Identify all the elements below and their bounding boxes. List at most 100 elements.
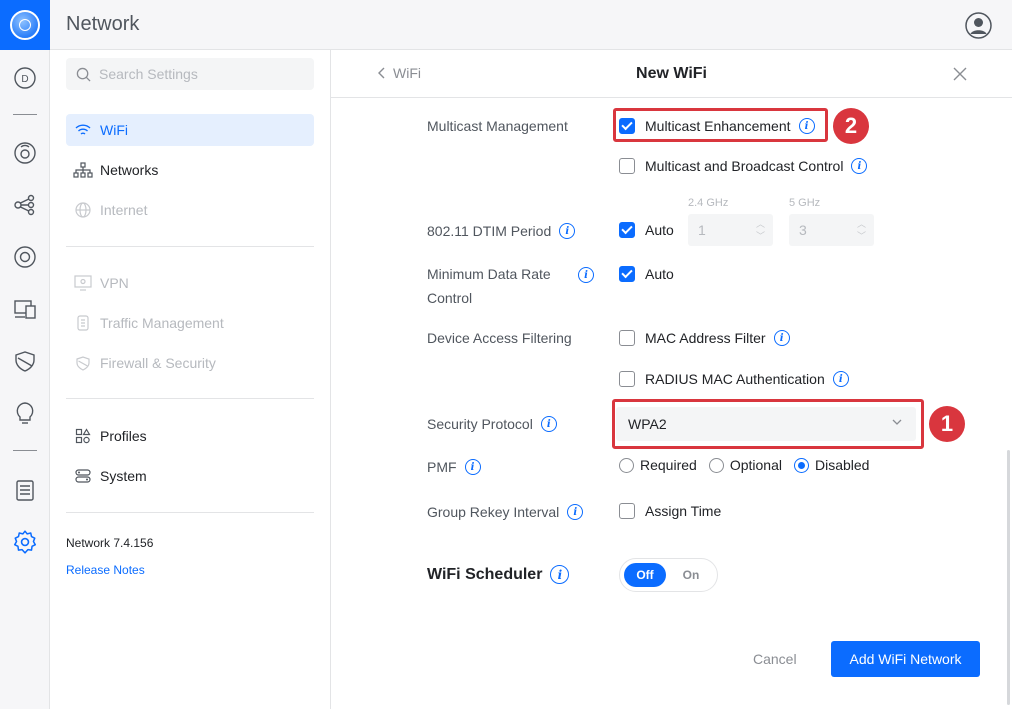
new-wifi-panel: WiFi New WiFi Multicast Management Multi… (331, 50, 1012, 709)
traffic-icon (72, 314, 94, 332)
radio-button[interactable] (708, 457, 724, 473)
sidebar-item-label: Profiles (100, 428, 147, 444)
panel-title: New WiFi (636, 65, 707, 82)
checkbox[interactable] (619, 330, 635, 346)
sidebar-item-label: Internet (100, 202, 148, 218)
release-notes-link[interactable]: Release Notes (66, 563, 145, 577)
mac-address-filter-checkbox[interactable]: MAC Address Filter i (619, 330, 790, 346)
min-rate-auto-checkbox[interactable]: Auto (619, 266, 674, 282)
clients-circle-icon[interactable] (12, 244, 38, 270)
assign-time-checkbox[interactable]: Assign Time (619, 503, 721, 519)
svg-text:D: D (21, 74, 28, 85)
topology-radar-icon[interactable] (12, 140, 38, 166)
scrollbar-thumb[interactable] (1007, 450, 1010, 705)
info-icon[interactable]: i (559, 223, 576, 239)
annotation-badge-1: 1 (929, 406, 965, 442)
system-icon (72, 467, 94, 485)
pmf-required-radio[interactable]: Required (619, 457, 697, 473)
info-icon[interactable]: i (851, 158, 868, 174)
info-icon[interactable]: i (464, 459, 481, 475)
sidebar-item-vpn[interactable]: VPN (66, 267, 314, 299)
wifi-scheduler-toggle[interactable]: Off On (619, 558, 718, 592)
sidebar-item-wifi[interactable]: WiFi (66, 114, 314, 146)
topology-icon (72, 161, 94, 179)
radio-button[interactable] (619, 457, 634, 473)
band-5-label: 5 GHz (789, 197, 821, 209)
logs-list-icon[interactable] (12, 477, 38, 503)
app-title: Network (66, 13, 140, 35)
checkbox-checked[interactable] (619, 222, 635, 238)
app-rail: D (0, 0, 50, 709)
unifi-logo-icon[interactable] (0, 0, 50, 50)
checkbox-checked[interactable] (619, 266, 635, 282)
info-icon[interactable]: i (578, 267, 594, 283)
band-24-label: 2.4 GHz (688, 197, 729, 209)
wifi-scheduler-label: WiFi Scheduler i (427, 565, 570, 584)
rail-divider (13, 450, 37, 451)
sidebar-item-internet[interactable]: Internet (66, 194, 314, 226)
devices-tree-icon[interactable] (12, 192, 38, 218)
highlight-box-multicast-enhancement (613, 108, 828, 142)
dashboard-icon[interactable]: D (12, 65, 38, 91)
info-icon[interactable]: i (550, 565, 570, 584)
multicast-broadcast-control-checkbox[interactable]: Multicast and Broadcast Control i (619, 158, 868, 174)
search-icon (76, 67, 91, 82)
multicast-management-label: Multicast Management (427, 118, 568, 134)
checkbox[interactable] (619, 503, 635, 519)
sidebar-item-networks[interactable]: Networks (66, 154, 314, 186)
profiles-icon (72, 427, 94, 445)
sidebar-divider (66, 246, 314, 247)
radio-button-selected[interactable] (793, 457, 809, 473)
cancel-button[interactable]: Cancel (753, 651, 797, 667)
info-icon[interactable]: i (832, 371, 849, 387)
settings-gear-icon[interactable] (12, 529, 38, 555)
devices-icon[interactable] (12, 296, 38, 322)
settings-sidebar: WiFi Networks Internet VPN Traffic Manag… (50, 50, 331, 709)
sidebar-item-profiles[interactable]: Profiles (66, 420, 314, 452)
sidebar-item-label: Networks (100, 162, 159, 178)
sidebar-item-firewall-security[interactable]: Firewall & Security (66, 347, 314, 379)
wifi-icon (72, 121, 94, 139)
annotation-badge-2: 2 (833, 108, 869, 144)
pmf-disabled-radio[interactable]: Disabled (793, 457, 869, 473)
app-header: Network (50, 0, 1012, 50)
add-wifi-network-button[interactable]: Add WiFi Network (831, 641, 980, 677)
dtim-24-stepper[interactable]: 1 ︿ ﹀ (688, 214, 773, 246)
security-shield-icon[interactable] (12, 348, 38, 374)
sidebar-item-traffic-management[interactable]: Traffic Management (66, 307, 314, 339)
dtim-period-label: 802.11 DTIM Period i (427, 223, 576, 239)
stepper-arrows-icon[interactable]: ︿ ﹀ (857, 218, 866, 242)
info-icon[interactable]: i (773, 330, 790, 346)
minimum-data-rate-label: Minimum Data Rate Control (427, 266, 551, 306)
search-input[interactable] (99, 66, 299, 82)
shield-icon (72, 354, 94, 372)
version-text: Network 7.4.156 (66, 536, 154, 550)
sidebar-divider (66, 398, 314, 399)
info-icon[interactable]: i (567, 504, 584, 520)
checkbox[interactable] (619, 158, 635, 174)
user-avatar-icon[interactable] (965, 12, 992, 39)
panel-header: WiFi New WiFi (331, 50, 1012, 98)
checkbox[interactable] (619, 371, 635, 387)
dtim-5-stepper[interactable]: 3 ︿ ﹀ (789, 214, 874, 246)
scheduler-on-option[interactable]: On (670, 563, 712, 587)
sidebar-item-label: VPN (100, 275, 129, 291)
sidebar-item-label: Traffic Management (100, 315, 224, 331)
sidebar-item-system[interactable]: System (66, 460, 314, 492)
info-icon[interactable]: i (540, 416, 557, 432)
device-access-filtering-label: Device Access Filtering (427, 330, 572, 346)
dtim-auto-checkbox[interactable]: Auto (619, 222, 674, 238)
pmf-optional-radio[interactable]: Optional (708, 457, 782, 473)
radius-mac-auth-checkbox[interactable]: RADIUS MAC Authentication i (619, 371, 849, 387)
highlight-box-security-protocol (612, 399, 924, 449)
pmf-radio-group: Required Optional Disabled (619, 457, 881, 473)
search-box[interactable] (66, 58, 314, 90)
stepper-arrows-icon[interactable]: ︿ ﹀ (756, 218, 765, 242)
sidebar-divider (66, 512, 314, 513)
sidebar-item-label: System (100, 468, 147, 484)
insights-bulb-icon[interactable] (12, 400, 38, 426)
sidebar-item-label: Firewall & Security (100, 355, 216, 371)
scheduler-off-option[interactable]: Off (624, 563, 666, 587)
close-icon[interactable] (952, 66, 968, 82)
sidebar-item-label: WiFi (100, 122, 128, 138)
